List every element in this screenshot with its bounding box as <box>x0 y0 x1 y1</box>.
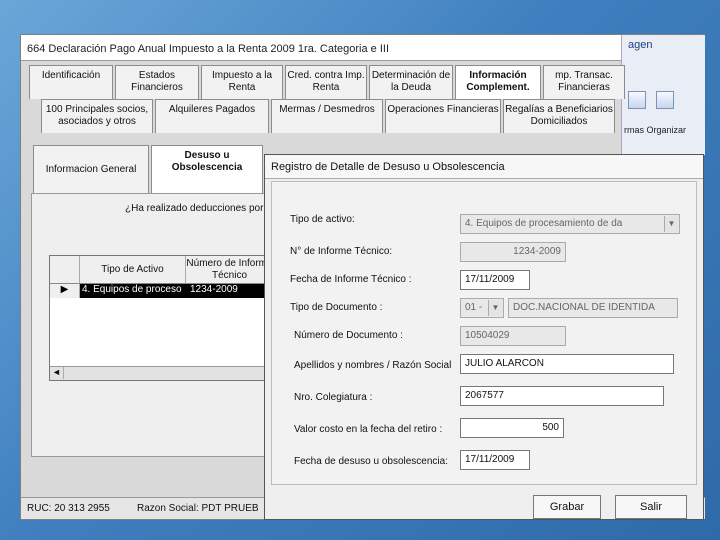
salir-button[interactable]: Salir <box>615 495 687 519</box>
colegiatura-label: Nro. Colegiatura : <box>294 392 373 403</box>
scroll-left-icon[interactable]: ◄ <box>50 367 64 379</box>
tab-estados-financieros[interactable]: Estados Financieros <box>115 65 199 99</box>
fecha-informe-label: Fecha de Informe Técnico : <box>290 274 412 285</box>
tab-informacion-general[interactable]: Informacion General <box>33 145 149 193</box>
ribbon-icons <box>628 91 700 125</box>
grid-horizontal-scrollbar[interactable]: ◄ <box>50 366 274 380</box>
fecha-desuso-field[interactable]: 17/11/2009 <box>460 450 530 470</box>
fecha-desuso-label: Fecha de desuso u obsolescencia: <box>294 456 448 467</box>
grid-header-numero-informe: Número de Informe Técnico <box>186 256 274 283</box>
tabs-row-1: Identificación Estados Financieros Impue… <box>29 65 625 99</box>
tab-mermas-desmedros[interactable]: Mermas / Desmedros <box>271 99 383 133</box>
grid-header-tipo-activo: Tipo de Activo <box>80 256 186 283</box>
tipo-doc-name-field: DOC.NACIONAL DE IDENTIDA <box>508 298 678 318</box>
tabs-row-2: 100 Principales socios, asociados y otro… <box>41 99 615 133</box>
status-razon-social: Razon Social: PDT PRUEB <box>137 503 259 514</box>
tipo-activo-select[interactable]: 4. Equipos de procesamiento de da ▼ <box>460 214 680 234</box>
fecha-informe-field[interactable]: 17/11/2009 <box>460 270 530 290</box>
app-title: 664 Declaración Pago Anual Impuesto a la… <box>21 35 621 61</box>
tipo-activo-label: Tipo de activo: <box>290 214 355 225</box>
grid-header: Tipo de Activo Número de Informe Técnico <box>50 256 274 284</box>
tab-operaciones-financieras[interactable]: Operaciones Financieras <box>385 99 501 133</box>
dialog-title: Registro de Detalle de Desuso u Obsolesc… <box>265 155 703 179</box>
tab-imp-transac-financieras[interactable]: mp. Transac. Financieras <box>543 65 625 99</box>
tipo-activo-value: 4. Equipos de procesamiento de da <box>465 218 623 229</box>
tab-determinacion-deuda[interactable]: Determinación de la Deuda <box>369 65 453 99</box>
tab-cred-contra-imp[interactable]: Cred. contra Imp. Renta <box>285 65 367 99</box>
num-doc-field[interactable]: 10504029 <box>460 326 566 346</box>
tab-alquileres-pagados[interactable]: Alquileres Pagados <box>155 99 269 133</box>
grabar-button[interactable]: Grabar <box>533 495 601 519</box>
registro-dialog: Registro de Detalle de Desuso u Obsolesc… <box>264 154 704 520</box>
tab-impuesto-renta[interactable]: Impuesto a la Renta <box>201 65 283 99</box>
num-doc-label: Número de Documento : <box>294 330 403 341</box>
informe-label: N° de Informe Técnico: <box>290 246 393 257</box>
ribbon-tab[interactable]: agen <box>628 39 652 51</box>
tab-identificacion[interactable]: Identificación <box>29 65 113 99</box>
informe-field[interactable]: 1234-2009 <box>460 242 566 262</box>
tipo-doc-code-select[interactable]: 01 - ▼ <box>460 298 504 318</box>
tab-regalias[interactable]: Regalías a Beneficiarios Domiciliados <box>503 99 615 133</box>
colegiatura-field[interactable]: 2067577 <box>460 386 664 406</box>
dialog-form: Tipo de activo: 4. Equipos de procesamie… <box>271 181 697 485</box>
grid-header-selector <box>50 256 80 283</box>
ribbon-strip: agen rmas Organizar <box>621 35 705 155</box>
tipo-doc-label: Tipo de Documento : <box>290 302 383 313</box>
tab-principales-socios[interactable]: 100 Principales socios, asociados y otro… <box>41 99 153 133</box>
valor-field[interactable]: 500 <box>460 418 564 438</box>
chevron-down-icon[interactable]: ▼ <box>664 216 678 232</box>
apellidos-field[interactable]: JULIO ALARCON <box>460 354 674 374</box>
forms-icon[interactable] <box>628 91 646 109</box>
valor-label: Valor costo en la fecha del retiro : <box>294 424 443 435</box>
tabs-row-3: Informacion General Desuso u Obsolescenc… <box>33 145 263 193</box>
cell-tipo-activo[interactable]: 4. Equipos de proceso <box>80 284 186 298</box>
tab-desuso-obsolescencia[interactable]: Desuso u Obsolescencia <box>151 145 263 193</box>
table-row[interactable]: ▶ 4. Equipos de proceso 1234-2009 <box>50 284 274 298</box>
cell-numero-informe[interactable]: 1234-2009 <box>186 284 274 298</box>
chevron-down-icon[interactable]: ▼ <box>488 300 502 316</box>
ribbon-labels: rmas Organizar <box>624 125 687 135</box>
deducciones-question: ¿Ha realizado deducciones por <box>125 203 264 214</box>
assets-grid: Tipo de Activo Número de Informe Técnico… <box>49 255 275 381</box>
status-ruc: RUC: 20 313 2955 <box>27 503 110 514</box>
organize-icon[interactable] <box>656 91 674 109</box>
tab-informacion-complement[interactable]: Información Complement. <box>455 65 541 99</box>
row-selector-icon[interactable]: ▶ <box>50 284 80 298</box>
apellidos-label: Apellidos y nombres / Razón Social <box>294 360 452 371</box>
tipo-doc-code: 01 - <box>465 302 483 313</box>
